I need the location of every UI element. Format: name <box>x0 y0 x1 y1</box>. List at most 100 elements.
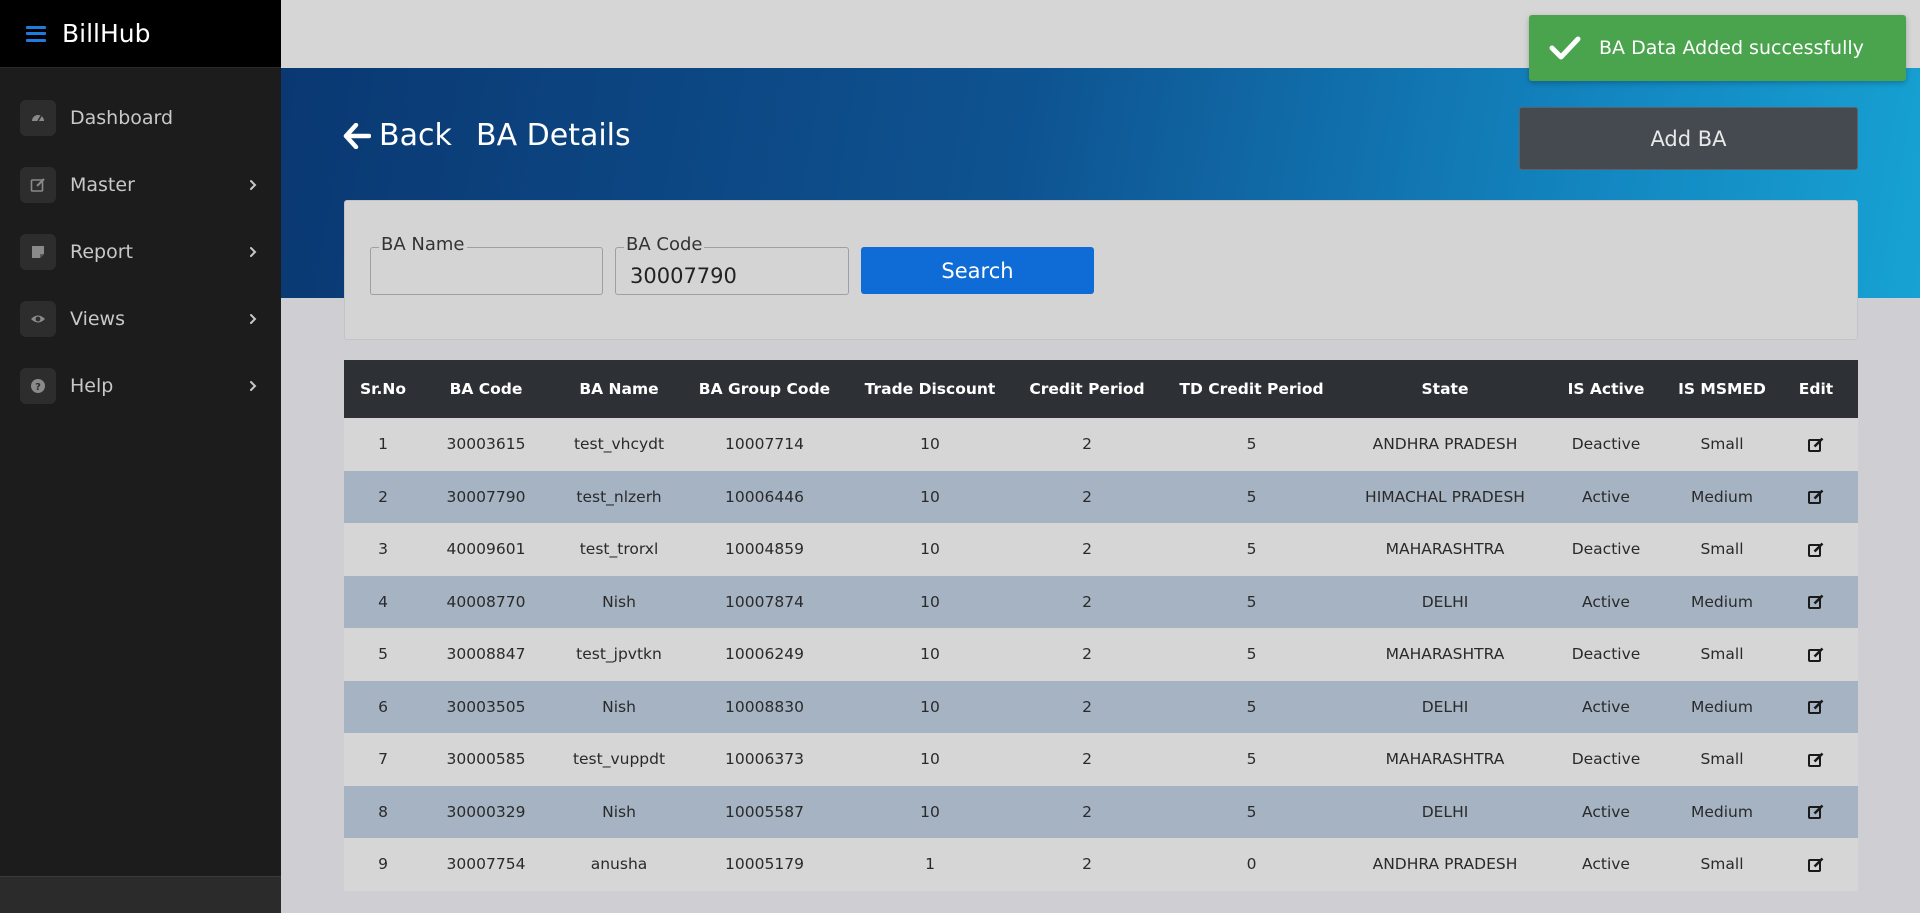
arrow-left-icon <box>343 122 371 149</box>
table-cell: Deactive <box>1571 435 1641 454</box>
table-cell: MAHARASHTRA <box>1385 750 1505 769</box>
column-header: BA Group Code <box>698 380 831 398</box>
table-cell: 2 <box>1082 487 1092 506</box>
table-cell: 10005179 <box>725 855 804 874</box>
table-cell: 5 <box>1246 697 1257 716</box>
ba-name-input[interactable] <box>371 248 602 294</box>
table-cell: 2 <box>1082 750 1092 769</box>
edit-icon[interactable] <box>1807 541 1825 559</box>
ba-code-field: BA Code <box>615 234 849 295</box>
table-cell: 2 <box>1082 802 1092 821</box>
table-cell: Active <box>1582 855 1630 874</box>
table-cell: 7 <box>378 750 388 769</box>
table-cell: Active <box>1582 802 1630 821</box>
table-cell: 10 <box>920 487 940 506</box>
table-cell: Small <box>1700 435 1744 454</box>
table-row: 8 30000329 Nish 10005587 10 2 5 DELHI Active Medi… <box>344 785 1858 839</box>
edit-icon[interactable] <box>1807 646 1825 664</box>
table-cell-edit <box>1774 523 1858 576</box>
sidebar-item-help[interactable]: ? Help <box>0 352 281 419</box>
sidebar-item-report[interactable]: Report <box>0 218 281 285</box>
column-header: Credit Period <box>1029 380 1145 398</box>
table-cell: 10 <box>920 802 940 821</box>
edit-icon[interactable] <box>1807 803 1825 821</box>
search-button[interactable]: Search <box>861 247 1094 294</box>
eye-icon <box>20 300 56 337</box>
table-cell: Deactive <box>1571 645 1641 664</box>
table-row: 5 30008847 test_jpvtkn 10006249 10 2 5 MAHARASH… <box>344 628 1858 681</box>
back-button[interactable]: Back <box>343 118 452 153</box>
table-cell: Medium <box>1691 802 1753 821</box>
table-cell-edit <box>1774 786 1858 839</box>
sidebar-item-dashboard[interactable]: Dashboard <box>0 84 281 151</box>
sidebar-item-label: Views <box>70 307 125 330</box>
table-cell: 10006249 <box>725 645 804 664</box>
table-cell-edit <box>1774 418 1858 471</box>
ba-table-container: Sr.No BA Code BA Name BA Group Code Trade Di… <box>344 360 1858 891</box>
table-cell: 10004859 <box>725 540 804 559</box>
page-title: BA Details <box>476 118 631 153</box>
sidebar-item-label: Master <box>70 173 135 196</box>
sidebar-item-views[interactable]: Views <box>0 285 281 352</box>
sidebar-item-label: Dashboard <box>70 106 174 129</box>
table-cell: 40008770 <box>446 592 526 611</box>
sidebar-footer <box>0 876 281 913</box>
table-cell: Small <box>1700 750 1744 769</box>
column-header: BA Code <box>449 380 523 398</box>
table-cell: 10007714 <box>725 435 804 454</box>
table-cell: Small <box>1700 645 1744 664</box>
table-cell: 4 <box>378 592 388 611</box>
table-cell: 2 <box>1082 592 1092 611</box>
table-cell: 10006446 <box>725 487 804 506</box>
table-cell: 2 <box>378 487 388 506</box>
table-cell: MAHARASHTRA <box>1385 540 1505 559</box>
add-ba-button[interactable]: Add BA <box>1519 107 1858 170</box>
table-cell: 40009601 <box>446 540 526 559</box>
edit-icon[interactable] <box>1807 856 1825 874</box>
table-cell: 5 <box>1246 487 1257 506</box>
edit-icon <box>20 166 56 203</box>
table-cell: Medium <box>1691 697 1753 716</box>
table-cell: 10 <box>920 750 940 769</box>
dashboard-icon <box>20 99 56 136</box>
sidebar-item-label: Report <box>70 240 133 263</box>
table-cell: 30003615 <box>446 435 526 454</box>
chevron-right-icon <box>250 313 257 324</box>
app-name: BillHub <box>62 19 151 48</box>
table-cell: 5 <box>1246 802 1257 821</box>
table-cell: 2 <box>1082 645 1092 664</box>
table-cell: 10007874 <box>725 592 804 611</box>
help-icon: ? <box>20 367 56 404</box>
table-cell: 30000329 <box>446 802 526 821</box>
table-row: 9 30007754 anusha 10005179 1 2 0 ANDHRA PRADESH… <box>344 838 1858 891</box>
ba-name-field: BA Name <box>370 234 603 295</box>
table-cell-edit <box>1774 733 1858 786</box>
table-cell: anusha <box>590 855 648 874</box>
table-cell: 9 <box>378 855 388 874</box>
table-cell: Nish <box>602 592 636 611</box>
table-cell: 5 <box>1246 750 1257 769</box>
hamburger-menu-icon[interactable] <box>26 25 46 42</box>
edit-icon[interactable] <box>1807 751 1825 769</box>
sidebar-item-master[interactable]: Master <box>0 151 281 218</box>
table-cell: Medium <box>1691 592 1753 611</box>
sidebar-item-label: Help <box>70 374 114 397</box>
table-cell: ANDHRA PRADESH <box>1372 855 1518 874</box>
table-cell: 1 <box>925 855 935 874</box>
table-cell: 10006373 <box>725 750 804 769</box>
column-header: State <box>1421 380 1469 398</box>
ba-code-input[interactable] <box>616 248 848 294</box>
table-cell: Active <box>1582 592 1630 611</box>
check-icon <box>1549 36 1581 60</box>
sidebar-nav: Dashboard Master Report Views? Help <box>0 84 281 419</box>
table-cell: test_jpvtkn <box>576 645 662 664</box>
table-cell: 1 <box>378 435 388 454</box>
table-cell: MAHARASHTRA <box>1385 645 1505 664</box>
edit-icon[interactable] <box>1807 488 1825 506</box>
edit-icon[interactable] <box>1807 593 1825 611</box>
table-cell: 2 <box>1082 697 1092 716</box>
chevron-right-icon <box>250 380 257 391</box>
table-cell: 3 <box>378 540 388 559</box>
edit-icon[interactable] <box>1807 698 1825 716</box>
edit-icon[interactable] <box>1807 436 1825 454</box>
